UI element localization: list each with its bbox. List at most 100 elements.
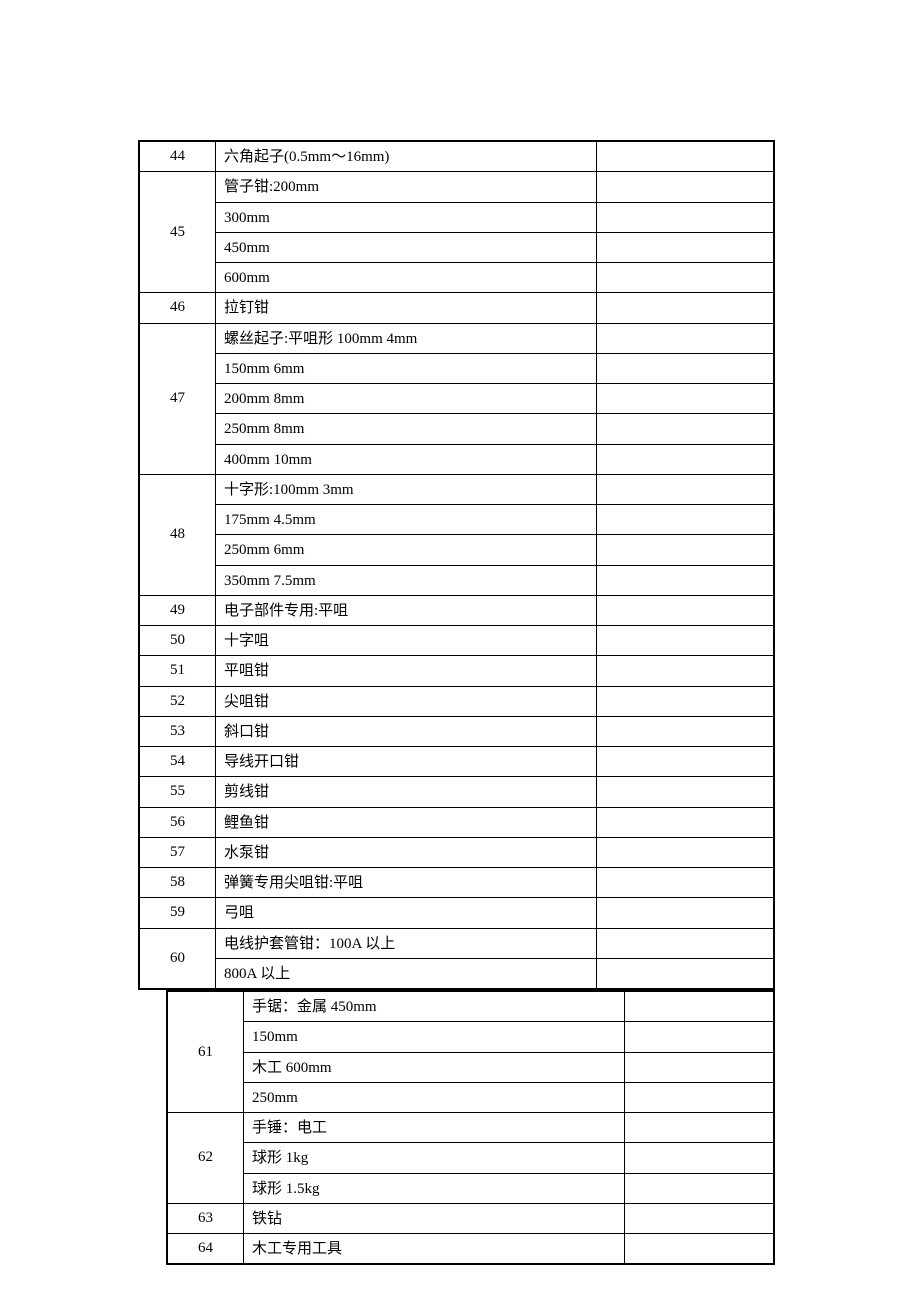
blank-cell xyxy=(597,535,773,564)
table-row: 62手锤：电工球形 1kg球形 1.5kg xyxy=(168,1112,773,1203)
blank-cell xyxy=(597,808,773,837)
sub-row: 木工专用工具 xyxy=(244,1234,773,1263)
sub-row: 十字形:100mm 3mm xyxy=(216,475,773,505)
row-number: 63 xyxy=(168,1204,244,1233)
blank-cell xyxy=(597,868,773,897)
row-number: 48 xyxy=(140,475,216,595)
sub-row: 拉钉钳 xyxy=(216,293,773,322)
description-cell: 250mm xyxy=(244,1083,625,1112)
blank-cell xyxy=(597,293,773,322)
description-cell: 木工专用工具 xyxy=(244,1234,625,1263)
row-number: 54 xyxy=(140,747,216,776)
description-cell: 十字形:100mm 3mm xyxy=(216,475,597,504)
blank-cell xyxy=(597,384,773,413)
blank-cell xyxy=(625,1113,773,1142)
sub-row: 螺丝起子:平咀形 100mm 4mm xyxy=(216,324,773,354)
row-number: 55 xyxy=(140,777,216,806)
row-number: 53 xyxy=(140,717,216,746)
description-cell: 球形 1.5kg xyxy=(244,1174,625,1203)
sub-row: 手锤：电工 xyxy=(244,1113,773,1143)
blank-cell xyxy=(597,656,773,685)
blank-cell xyxy=(597,929,773,958)
table-row: 47螺丝起子:平咀形 100mm 4mm150mm 6mm200mm 8mm25… xyxy=(140,323,773,474)
sub-row: 尖咀钳 xyxy=(216,687,773,716)
description-group: 尖咀钳 xyxy=(216,687,773,716)
blank-cell xyxy=(597,142,773,171)
blank-cell xyxy=(625,1083,773,1112)
description-cell: 球形 1kg xyxy=(244,1143,625,1172)
table-row: 58弹簧专用尖咀钳:平咀 xyxy=(140,867,773,897)
description-cell: 350mm 7.5mm xyxy=(216,566,597,595)
row-number: 57 xyxy=(140,838,216,867)
table-row: 48十字形:100mm 3mm175mm 4.5mm250mm 6mm350mm… xyxy=(140,474,773,595)
blank-cell xyxy=(597,898,773,927)
blank-cell xyxy=(597,747,773,776)
description-group: 六角起子(0.5mm～16mm) xyxy=(216,142,773,171)
blank-cell xyxy=(597,838,773,867)
description-group: 手锤：电工球形 1kg球形 1.5kg xyxy=(244,1113,773,1203)
row-number: 49 xyxy=(140,596,216,625)
sub-row: 铁钻 xyxy=(244,1204,773,1233)
description-cell: 300mm xyxy=(216,203,597,232)
description-group: 弹簧专用尖咀钳:平咀 xyxy=(216,868,773,897)
sub-row: 管子钳:200mm xyxy=(216,172,773,202)
description-cell: 拉钉钳 xyxy=(216,293,597,322)
table-row: 46拉钉钳 xyxy=(140,292,773,322)
description-cell: 水泵钳 xyxy=(216,838,597,867)
table-row: 55剪线钳 xyxy=(140,776,773,806)
table-row: 50十字咀 xyxy=(140,625,773,655)
description-cell: 400mm 10mm xyxy=(216,445,597,474)
description-group: 电子部件专用:平咀 xyxy=(216,596,773,625)
blank-cell xyxy=(597,626,773,655)
blank-cell xyxy=(625,992,773,1021)
blank-cell xyxy=(597,324,773,353)
description-group: 斜口钳 xyxy=(216,717,773,746)
description-group: 水泵钳 xyxy=(216,838,773,867)
description-group: 十字形:100mm 3mm175mm 4.5mm250mm 6mm350mm 7… xyxy=(216,475,773,595)
sub-row: 800A 以上 xyxy=(216,959,773,988)
description-cell: 600mm xyxy=(216,263,597,292)
row-number: 46 xyxy=(140,293,216,322)
sub-row: 剪线钳 xyxy=(216,777,773,806)
row-number: 50 xyxy=(140,626,216,655)
sub-row: 250mm 6mm xyxy=(216,535,773,565)
sub-row: 球形 1kg xyxy=(244,1143,773,1173)
table-row: 64木工专用工具 xyxy=(168,1233,773,1263)
sub-row: 弹簧专用尖咀钳:平咀 xyxy=(216,868,773,897)
description-cell: 弓咀 xyxy=(216,898,597,927)
blank-cell xyxy=(597,959,773,988)
blank-cell xyxy=(625,1174,773,1203)
description-group: 铁钻 xyxy=(244,1204,773,1233)
description-cell: 六角起子(0.5mm～16mm) xyxy=(216,142,597,171)
description-cell: 螺丝起子:平咀形 100mm 4mm xyxy=(216,324,597,353)
description-cell: 管子钳:200mm xyxy=(216,172,597,201)
sub-row: 十字咀 xyxy=(216,626,773,655)
row-number: 56 xyxy=(140,808,216,837)
description-cell: 250mm 6mm xyxy=(216,535,597,564)
sub-row: 400mm 10mm xyxy=(216,445,773,474)
table-row: 63铁钻 xyxy=(168,1203,773,1233)
description-group: 电线护套管钳：100A 以上800A 以上 xyxy=(216,929,773,989)
blank-cell xyxy=(597,717,773,746)
blank-cell xyxy=(597,233,773,262)
row-number: 62 xyxy=(168,1113,244,1203)
sub-row: 水泵钳 xyxy=(216,838,773,867)
description-cell: 电子部件专用:平咀 xyxy=(216,596,597,625)
description-cell: 175mm 4.5mm xyxy=(216,505,597,534)
sub-row: 导线开口钳 xyxy=(216,747,773,776)
description-group: 平咀钳 xyxy=(216,656,773,685)
table-row: 49电子部件专用:平咀 xyxy=(140,595,773,625)
description-cell: 斜口钳 xyxy=(216,717,597,746)
sub-row: 150mm 6mm xyxy=(216,354,773,384)
sub-row: 弓咀 xyxy=(216,898,773,927)
row-number: 61 xyxy=(168,992,244,1112)
row-number: 64 xyxy=(168,1234,244,1263)
row-number: 45 xyxy=(140,172,216,292)
description-cell: 鲤鱼钳 xyxy=(216,808,597,837)
row-number: 51 xyxy=(140,656,216,685)
row-number: 58 xyxy=(140,868,216,897)
description-cell: 尖咀钳 xyxy=(216,687,597,716)
blank-cell xyxy=(597,263,773,292)
blank-cell xyxy=(597,445,773,474)
description-cell: 手锤：电工 xyxy=(244,1113,625,1142)
